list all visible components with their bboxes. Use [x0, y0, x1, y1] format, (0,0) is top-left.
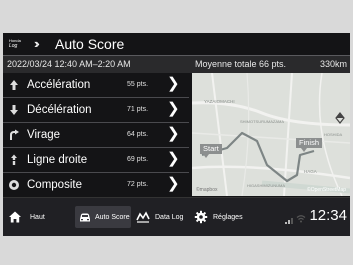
- honda-log-logo: Honda Log: [9, 38, 29, 51]
- logo-line-2: Log: [9, 43, 18, 49]
- trip-distance: 330km: [319, 59, 347, 69]
- map-place-label: HOSHIDA: [324, 132, 343, 137]
- score-points: 72 pts.: [127, 181, 149, 188]
- turn-icon: [8, 129, 20, 141]
- nav-home-label: Haut: [30, 214, 45, 221]
- score-label: Accélération: [27, 79, 91, 91]
- score-label: Décélération: [27, 104, 92, 116]
- chevron-right-icon: ❯: [167, 175, 180, 192]
- title-bar: Honda Log ›› Auto Score: [3, 33, 350, 55]
- clock: 12:34: [309, 207, 347, 224]
- display-screen: Honda Log ›› Auto Score 2022/03/24 12:40…: [3, 33, 350, 236]
- trip-datetime: 2022/03/24 12:40 AM–2:20 AM: [7, 59, 131, 69]
- score-row-turn[interactable]: Virage 64 pts. ❯: [3, 123, 189, 148]
- score-label: Virage: [27, 129, 61, 141]
- settings-gear-icon: [194, 210, 208, 224]
- bottom-navigation-bar: Haut Auto Score Data Log Réglages 12:34: [3, 197, 350, 236]
- nav-data-log-label: Data Log: [155, 214, 184, 221]
- chevron-right-icon: ❯: [167, 125, 180, 142]
- score-points: 55 pts.: [127, 81, 149, 88]
- score-points: 69 pts.: [127, 156, 149, 163]
- score-row-deceleration[interactable]: Décélération 71 pts. ❯: [3, 98, 189, 123]
- score-row-acceleration[interactable]: Accélération 55 pts. ❯: [3, 73, 189, 98]
- nav-settings-label: Réglages: [213, 214, 243, 221]
- chevron-right-icon: ❯: [167, 100, 180, 117]
- page-title: Auto Score: [55, 36, 125, 52]
- score-label: Composite: [27, 179, 82, 191]
- score-points: 71 pts.: [127, 106, 149, 113]
- average-score: Moyenne totale 66 pts.: [195, 59, 287, 69]
- chevron-right-icon: ❯: [167, 150, 180, 167]
- score-points: 64 pts.: [127, 131, 149, 138]
- deceleration-icon: [8, 104, 20, 116]
- score-label: Ligne droite: [27, 154, 88, 166]
- car-icon: [78, 210, 92, 224]
- composite-icon: [8, 179, 20, 191]
- compass-icon[interactable]: [334, 112, 346, 124]
- wifi-icon: [296, 210, 306, 228]
- nav-auto-score[interactable]: Auto Score: [75, 206, 131, 228]
- map-place-label: HIGASHIMIZUNUMA: [247, 183, 285, 188]
- breadcrumb-chevron-icon: ››: [34, 36, 39, 51]
- route-start-marker: Start: [200, 144, 222, 158]
- nav-home[interactable]: Haut: [8, 206, 48, 228]
- home-icon: [8, 210, 22, 224]
- score-row-composite[interactable]: Composite 72 pts. ❯: [3, 173, 189, 198]
- straight-line-icon: [8, 154, 20, 166]
- route-map[interactable]: YAZAIOMACHI SHIMOTSURUMAZAMA HOSHIDA HAG…: [192, 73, 350, 196]
- signal-strength-icon: [285, 211, 295, 229]
- nav-auto-score-label: Auto Score: [95, 214, 130, 221]
- map-copyright: ©OpenStreetMap: [307, 187, 346, 193]
- map-place-label: HAGA: [304, 169, 317, 174]
- nav-data-log[interactable]: Data Log: [136, 206, 186, 228]
- trip-info-bar: 2022/03/24 12:40 AM–2:20 AM Moyenne tota…: [3, 55, 350, 73]
- map-attribution: ©mapbox: [196, 187, 218, 193]
- acceleration-icon: [8, 79, 20, 91]
- map-place-label: SHIMOTSURUMAZAMA: [240, 119, 284, 124]
- route-finish-marker: Finish: [296, 138, 323, 152]
- score-row-straight-line[interactable]: Ligne droite 69 pts. ❯: [3, 148, 189, 173]
- score-list: Accélération 55 pts. ❯ Décélération 71 p…: [3, 73, 189, 198]
- nav-settings[interactable]: Réglages: [194, 206, 246, 228]
- data-log-icon: [136, 210, 150, 224]
- map-place-label: YAZAIOMACHI: [204, 99, 235, 104]
- chevron-right-icon: ❯: [167, 75, 180, 92]
- status-area: 12:34: [285, 205, 347, 225]
